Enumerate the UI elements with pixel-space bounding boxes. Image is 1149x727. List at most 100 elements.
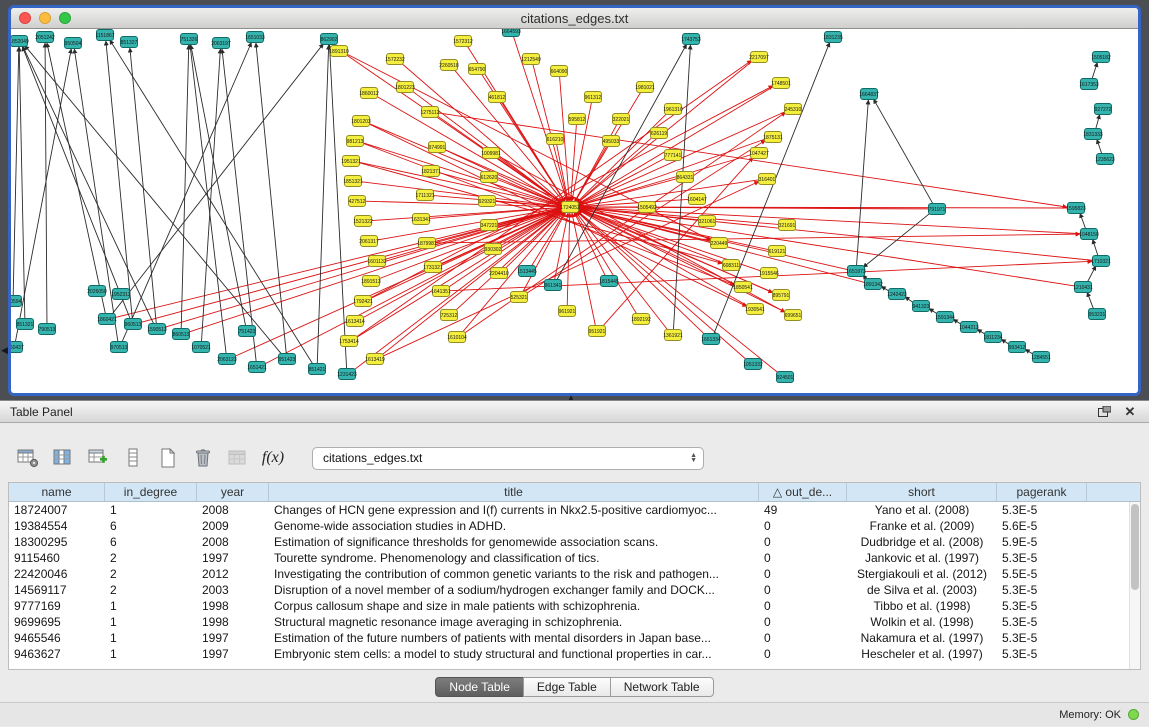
cell-year[interactable]: 1997 [197,550,269,566]
graph-node[interactable]: 1210431 [1073,282,1093,293]
graph-node[interactable]: 2026050 [87,286,107,297]
graph-node[interactable]: 1801203 [351,116,371,127]
graph-node[interactable]: 1613414 [345,316,365,327]
graph-node[interactable]: 791971 [929,204,946,215]
cell-pagerank[interactable]: 5.5E-5 [997,566,1087,582]
graph-node[interactable]: 1613419 [365,354,385,365]
panel-collapse-arrow-icon[interactable]: ◀ [1,346,8,355]
import-table-button[interactable] [224,445,252,471]
graph-node[interactable]: 1891513 [361,276,381,287]
graph-node[interactable]: 1610104 [447,332,467,343]
cell-year[interactable]: 1997 [197,646,269,662]
graph-node[interactable]: 1513445 [517,266,537,277]
graph-node[interactable]: 1009981 [481,148,501,159]
graph-node[interactable]: 1284551 [1031,352,1051,363]
table-row[interactable]: 977716911998Corpus callosum shape and si… [9,598,1140,614]
graph-node[interactable]: 1952312 [111,289,131,300]
cell-pagerank[interactable]: 5.3E-5 [997,550,1087,566]
cell-out_degree[interactable]: 0 [759,630,847,646]
cell-out_degree[interactable]: 49 [759,502,847,518]
graph-edge[interactable] [578,210,787,313]
table-row[interactable]: 946362711997Embryonic stem cells: a mode… [9,646,1140,662]
cell-out_degree[interactable]: 0 [759,646,847,662]
graph-node[interactable]: 1801223 [395,82,415,93]
column-header-in_degree[interactable]: in_degree [105,483,197,501]
graph-node[interactable]: 1875131 [763,132,783,143]
graph-node[interactable]: 1951321 [341,156,361,167]
graph-node[interactable]: 626119 [651,128,668,139]
graph-edge[interactable] [863,212,931,267]
cell-title[interactable]: Tourette syndrome. Phenomenology and cla… [269,550,759,566]
graph-edge[interactable] [25,46,283,356]
graph-edge[interactable] [22,47,130,320]
cell-short[interactable]: Dudbridge et al. (2008) [847,534,997,550]
cell-name[interactable]: 14569117 [9,582,105,598]
graph-node[interactable]: 851421 [309,364,326,375]
graph-node[interactable]: 864331 [677,172,694,183]
minimize-window-button[interactable] [39,12,51,24]
graph-node[interactable]: 1275112 [420,107,439,118]
column-header-short[interactable]: short [847,483,997,501]
graph-node[interactable]: 970513 [111,342,128,353]
cell-short[interactable]: Jankovic et al. (1997) [847,550,997,566]
graph-node[interactable]: 1591344 [935,312,955,323]
graph-node[interactable]: 981213 [347,136,364,147]
cell-pagerank[interactable]: 5.3E-5 [997,646,1087,662]
cell-title[interactable]: Structural magnetic resonance image aver… [269,614,759,630]
graph-edge[interactable] [13,47,19,296]
column-header-name[interactable]: name [9,483,105,501]
graph-node[interactable]: 790513 [39,324,56,335]
graph-node[interactable]: 1231423 [337,369,357,380]
graph-node[interactable]: 1850541 [733,282,753,293]
column-header-year[interactable]: year [197,483,269,501]
cell-title[interactable]: Estimation of the future numbers of pati… [269,630,759,646]
table-row[interactable]: 1938455462009Genome-wide association stu… [9,518,1140,534]
citation-network-graph[interactable]: 1724052180120398121319513211851321427512… [11,29,1138,393]
tab-edge-table[interactable]: Edge Table [523,677,611,697]
table-row[interactable]: 946554611997Estimation of the future num… [9,630,1140,646]
graph-edge[interactable] [329,45,346,369]
graph-node[interactable]: 1891310 [329,46,349,57]
table-rows-button[interactable] [119,445,147,471]
graph-node[interactable]: 1631341 [411,214,431,225]
cell-short[interactable]: Tibbo et al. (1998) [847,598,997,614]
graph-node[interactable]: 699651 [785,310,802,321]
graph-node[interactable]: 316401 [759,174,776,185]
graph-node[interactable]: 1617353 [1079,79,1099,90]
graph-node[interactable]: 245310 [785,104,802,115]
cell-title[interactable]: Estimation of significance thresholds fo… [269,534,759,550]
column-header-title[interactable]: title [269,483,759,501]
graph-edge[interactable] [140,209,562,323]
graph-node[interactable]: 961312 [585,92,602,103]
graph-node[interactable]: 2063197 [211,38,231,49]
graph-node[interactable]: 1879981 [417,238,437,249]
cell-name[interactable]: 9115460 [9,550,105,566]
cell-year[interactable]: 2003 [197,582,269,598]
cell-out_degree[interactable]: 0 [759,550,847,566]
table-vertical-scrollbar[interactable] [1129,502,1140,669]
cell-out_degree[interactable]: 0 [759,598,847,614]
graph-edge[interactable] [19,47,25,319]
graph-node[interactable]: 1860421 [97,314,117,325]
table-row[interactable]: 911546021997Tourette syndrome. Phenomeno… [9,550,1140,566]
cell-name[interactable]: 9465546 [9,630,105,646]
graph-node[interactable]: 495033 [603,136,620,147]
graph-node[interactable]: 1505182 [1091,52,1111,63]
graph-node[interactable]: 951423 [279,354,296,365]
graph-edge[interactable] [1080,213,1086,229]
tab-network-table[interactable]: Network Table [610,677,714,697]
graph-edge[interactable] [579,208,1094,261]
graph-node[interactable]: 851321 [17,319,34,330]
graph-node[interactable]: 1044213 [959,322,979,333]
graph-node[interactable]: 1572232 [385,54,405,65]
table-row[interactable]: 1830029562008Estimation of significance … [9,534,1140,550]
graph-node[interactable]: 525321 [511,292,528,303]
graph-node[interactable]: 1860012 [359,88,379,99]
graph-edge[interactable] [578,157,667,204]
graph-node[interactable]: 950504 [65,38,82,49]
cell-year[interactable]: 2009 [197,518,269,534]
cell-short[interactable]: Franke et al. (2009) [847,518,997,534]
graph-node[interactable]: 1641351 [431,286,451,297]
float-panel-icon[interactable] [1095,404,1113,420]
cell-out_degree[interactable]: 0 [759,534,847,550]
